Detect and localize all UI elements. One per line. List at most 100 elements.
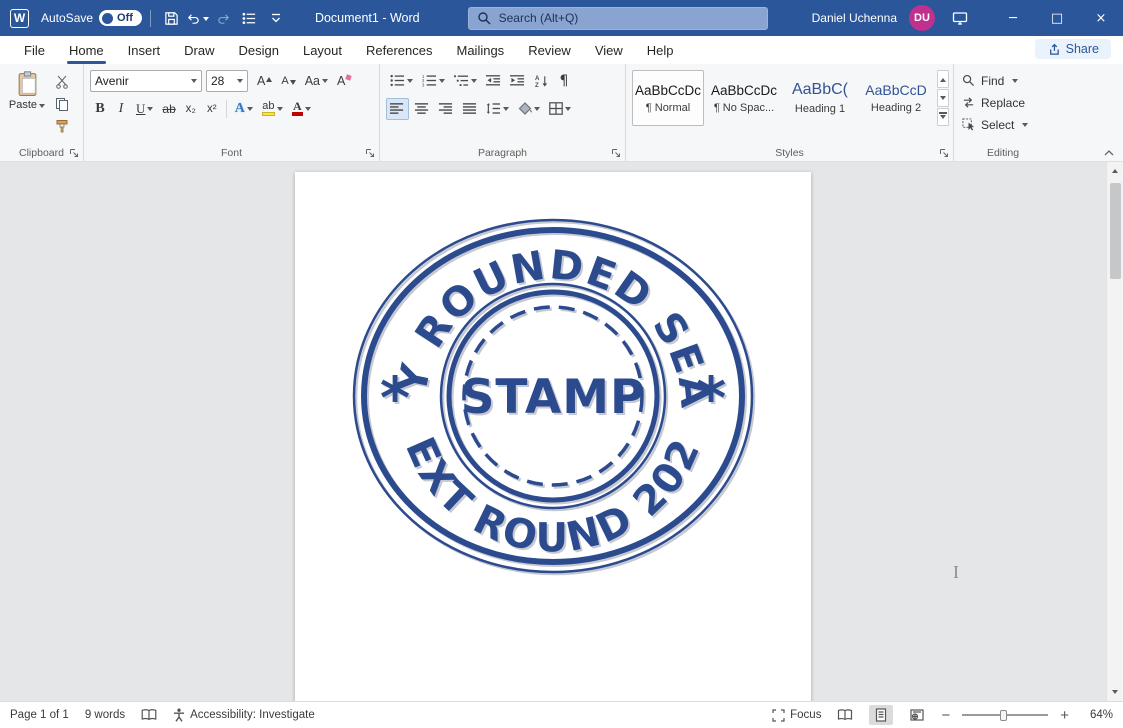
document-page[interactable]: MY ROUNDED SEAL TEXT ROUND 2021 STAMP * …	[295, 172, 811, 701]
minimize-button[interactable]: ─	[991, 0, 1035, 36]
close-button[interactable]: ×	[1079, 0, 1123, 36]
multilevel-list-button[interactable]	[450, 70, 481, 92]
print-layout-button[interactable]	[869, 705, 893, 725]
scroll-up-button[interactable]	[1107, 162, 1123, 179]
font-name-select[interactable]: Avenir	[90, 70, 202, 92]
line-spacing-button[interactable]	[482, 98, 513, 120]
shading-chevron-icon	[534, 107, 540, 114]
more-bar-icon	[939, 112, 947, 114]
styles-scroll-down-button[interactable]	[937, 89, 949, 107]
format-painter-button[interactable]	[51, 116, 73, 135]
bullets-button[interactable]	[386, 70, 417, 92]
shrink-font-button[interactable]: A	[277, 70, 299, 92]
quick-access-list-button[interactable]	[237, 5, 263, 31]
styles-scroll-up-button[interactable]	[937, 70, 949, 88]
zoom-slider[interactable]	[962, 714, 1048, 716]
align-center-button[interactable]	[410, 98, 433, 120]
tab-review[interactable]: Review	[516, 36, 583, 64]
style-normal[interactable]: AaBbCcDc ¶ Normal	[632, 70, 704, 126]
text-effects-button[interactable]: A	[231, 98, 257, 120]
tab-mailings[interactable]: Mailings	[445, 36, 517, 64]
focus-button[interactable]: Focus	[772, 709, 821, 722]
undo-icon	[186, 11, 201, 26]
align-left-button[interactable]	[386, 98, 409, 120]
font-dialog-launcher[interactable]	[365, 148, 375, 158]
cut-button[interactable]	[51, 72, 73, 91]
word-count[interactable]: 9 words	[85, 709, 125, 721]
autosave-toggle[interactable]: AutoSave Off	[41, 10, 142, 26]
italic-button[interactable]: I	[111, 98, 131, 120]
customize-quick-access-button[interactable]	[263, 5, 289, 31]
autosave-pill[interactable]: Off	[99, 10, 142, 26]
triangle-down-icon	[940, 96, 946, 103]
read-mode-button[interactable]	[833, 705, 857, 725]
save-button[interactable]	[159, 5, 185, 31]
zoom-slider-handle[interactable]	[1000, 710, 1007, 721]
tab-references[interactable]: References	[354, 36, 444, 64]
subscript-button[interactable]: x₂	[181, 98, 201, 120]
borders-button[interactable]	[545, 98, 575, 120]
zoom-out-button[interactable]: −	[941, 708, 950, 723]
undo-button[interactable]	[185, 5, 211, 31]
proofing-book-icon	[141, 709, 157, 721]
select-button[interactable]: Select	[960, 115, 1048, 134]
tab-home[interactable]: Home	[57, 36, 116, 64]
scrollbar-thumb[interactable]	[1110, 183, 1121, 279]
strikethrough-button[interactable]: ab	[158, 98, 179, 120]
style-heading-2[interactable]: AaBbCcD Heading 2	[860, 70, 932, 126]
proofing-button[interactable]	[141, 709, 157, 721]
maximize-button[interactable]: □	[1035, 0, 1079, 36]
scroll-down-button[interactable]	[1107, 684, 1123, 701]
sort-button[interactable]: AZ	[530, 70, 553, 92]
style-heading-1[interactable]: AaBbC( Heading 1	[784, 70, 856, 126]
change-case-button[interactable]: Aa	[301, 70, 332, 92]
tab-insert[interactable]: Insert	[116, 36, 173, 64]
tab-view[interactable]: View	[583, 36, 635, 64]
styles-dialog-launcher[interactable]	[939, 148, 949, 158]
tab-layout[interactable]: Layout	[291, 36, 354, 64]
align-right-button[interactable]	[434, 98, 457, 120]
decrease-indent-icon	[486, 74, 501, 87]
search-input[interactable]	[468, 7, 768, 30]
styles-more-button[interactable]	[937, 108, 949, 126]
bold-button[interactable]: B	[90, 98, 110, 120]
clipboard-dialog-launcher[interactable]	[69, 148, 79, 158]
highlight-button[interactable]: ab	[258, 98, 287, 120]
grow-font-button[interactable]: A	[253, 70, 276, 92]
tab-help[interactable]: Help	[635, 36, 686, 64]
redo-button[interactable]	[211, 5, 237, 31]
superscript-button[interactable]: x²	[202, 98, 222, 120]
shading-button[interactable]	[514, 98, 544, 120]
user-name[interactable]: Daniel Uchenna	[812, 11, 897, 25]
tab-file[interactable]: File	[12, 36, 57, 64]
replace-button[interactable]: Replace	[960, 93, 1048, 112]
zoom-in-button[interactable]: +	[1060, 708, 1069, 723]
avatar[interactable]: DU	[909, 5, 935, 31]
show-marks-button[interactable]: ¶	[554, 70, 574, 92]
vertical-scrollbar[interactable]	[1106, 162, 1123, 701]
word-logo[interactable]: W	[10, 9, 29, 28]
paste-button[interactable]: Paste	[6, 68, 48, 145]
search-box[interactable]	[468, 7, 768, 30]
font-size-select[interactable]: 28	[206, 70, 248, 92]
tab-draw[interactable]: Draw	[172, 36, 226, 64]
copy-button[interactable]	[51, 94, 73, 113]
share-button[interactable]: Share	[1035, 39, 1111, 59]
paragraph-dialog-launcher[interactable]	[611, 148, 621, 158]
web-layout-button[interactable]	[905, 705, 929, 725]
font-color-button[interactable]: A	[288, 98, 315, 120]
page-indicator[interactable]: Page 1 of 1	[10, 709, 69, 721]
style-no-spacing[interactable]: AaBbCcDc ¶ No Spac...	[708, 70, 780, 126]
find-button[interactable]: Find	[960, 71, 1048, 90]
decrease-indent-button[interactable]	[482, 70, 505, 92]
tab-design[interactable]: Design	[227, 36, 291, 64]
collapse-ribbon-button[interactable]	[1103, 148, 1115, 158]
ribbon-display-options-button[interactable]	[947, 5, 973, 31]
justify-button[interactable]	[458, 98, 481, 120]
accessibility-button[interactable]: Accessibility: Investigate	[173, 708, 315, 722]
increase-indent-button[interactable]	[506, 70, 529, 92]
underline-button[interactable]: U	[132, 98, 157, 120]
numbering-button[interactable]: 123	[418, 70, 449, 92]
clear-formatting-button[interactable]: A	[333, 70, 355, 92]
zoom-level[interactable]: 64%	[1081, 709, 1113, 721]
